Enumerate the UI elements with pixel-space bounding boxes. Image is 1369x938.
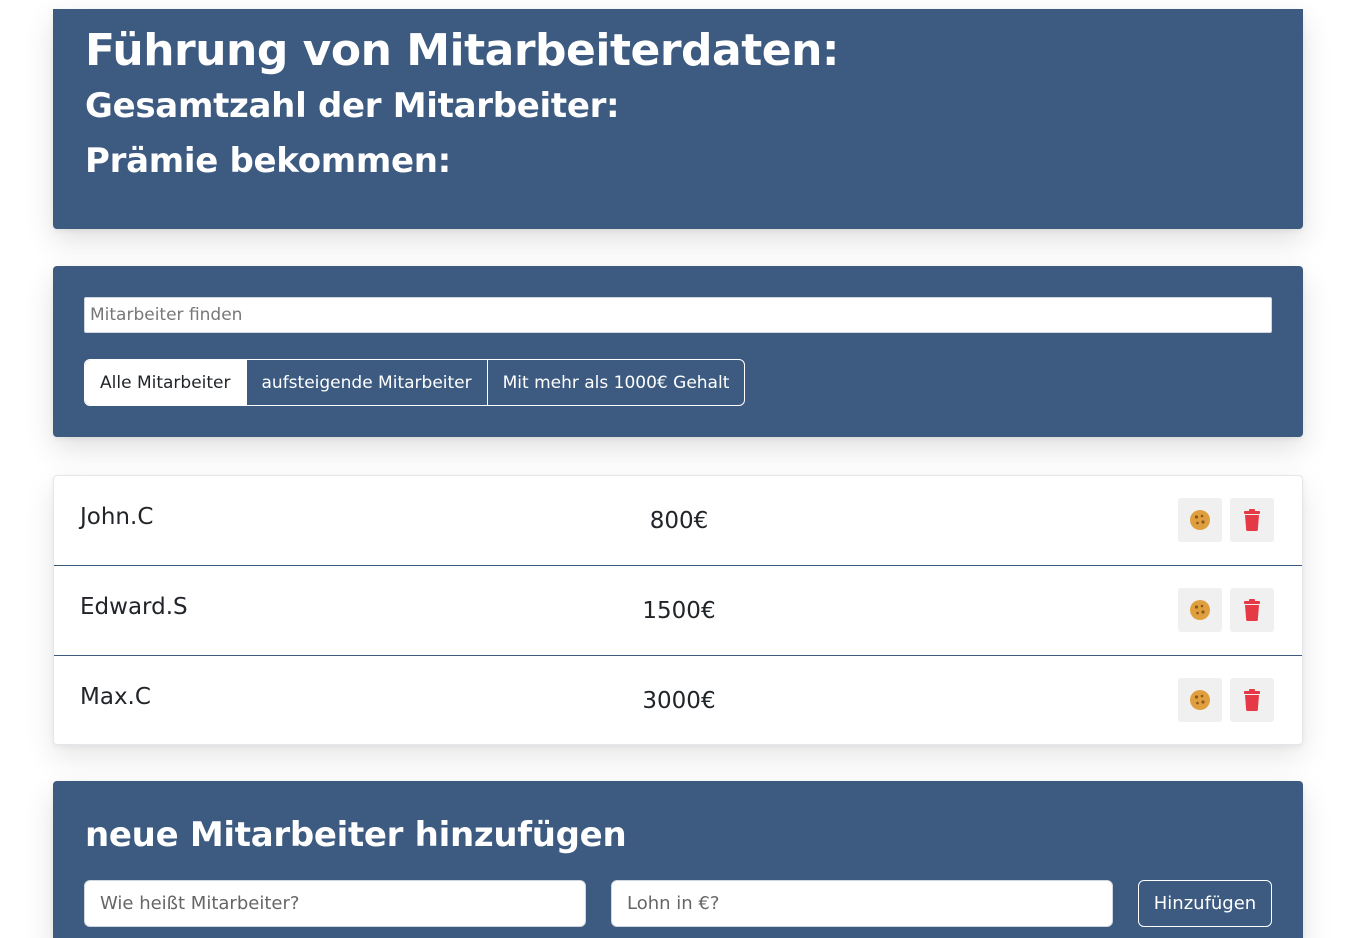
cookie-icon — [1190, 690, 1210, 710]
cookie-icon — [1190, 600, 1210, 620]
employee-row: Max.C 3000€ — [54, 656, 1302, 746]
cookie-icon — [1190, 510, 1210, 530]
filter-rise-button[interactable]: aufsteigende Mitarbeiter — [245, 360, 487, 405]
employee-name[interactable]: Edward.S — [80, 594, 188, 620]
employee-salary: 1500€ — [642, 598, 716, 624]
total-employees-label: Gesamtzahl der Mitarbeiter: — [85, 85, 620, 126]
delete-button[interactable] — [1230, 678, 1274, 722]
delete-button[interactable] — [1230, 588, 1274, 632]
employee-list: John.C 800€ Edward.S 1500€ Max.C 3000€ — [53, 475, 1303, 745]
add-employee-panel: neue Mitarbeiter hinzufügen Hinzufügen — [53, 781, 1303, 938]
bonus-label: Prämie bekommen: — [85, 140, 451, 181]
employee-row: John.C 800€ — [54, 476, 1302, 566]
filter-salary-button[interactable]: Mit mehr als 1000€ Gehalt — [486, 360, 745, 405]
search-panel: Alle Mitarbeiter aufsteigende Mitarbeite… — [53, 266, 1303, 437]
employee-name[interactable]: Max.C — [80, 684, 151, 710]
employee-name[interactable]: John.C — [80, 504, 153, 530]
delete-button[interactable] — [1230, 498, 1274, 542]
employee-salary: 800€ — [649, 508, 709, 534]
bonus-cookie-button[interactable] — [1178, 498, 1222, 542]
employee-name-input[interactable] — [84, 880, 586, 927]
search-input[interactable] — [84, 297, 1272, 333]
filter-all-button[interactable]: Alle Mitarbeiter — [85, 360, 246, 405]
page-title: Führung von Mitarbeiterdaten: — [85, 25, 840, 76]
add-employee-title: neue Mitarbeiter hinzufügen — [85, 815, 627, 855]
filter-button-group: Alle Mitarbeiter aufsteigende Mitarbeite… — [84, 359, 746, 406]
trash-icon — [1244, 599, 1260, 621]
trash-icon — [1244, 509, 1260, 531]
employee-row: Edward.S 1500€ — [54, 566, 1302, 656]
trash-icon — [1244, 689, 1260, 711]
add-employee-button[interactable]: Hinzufügen — [1138, 880, 1272, 927]
info-panel: Führung von Mitarbeiterdaten: Gesamtzahl… — [53, 9, 1303, 229]
bonus-cookie-button[interactable] — [1178, 588, 1222, 632]
bonus-cookie-button[interactable] — [1178, 678, 1222, 722]
employee-salary: 3000€ — [642, 688, 716, 714]
employee-salary-input[interactable] — [611, 880, 1113, 927]
